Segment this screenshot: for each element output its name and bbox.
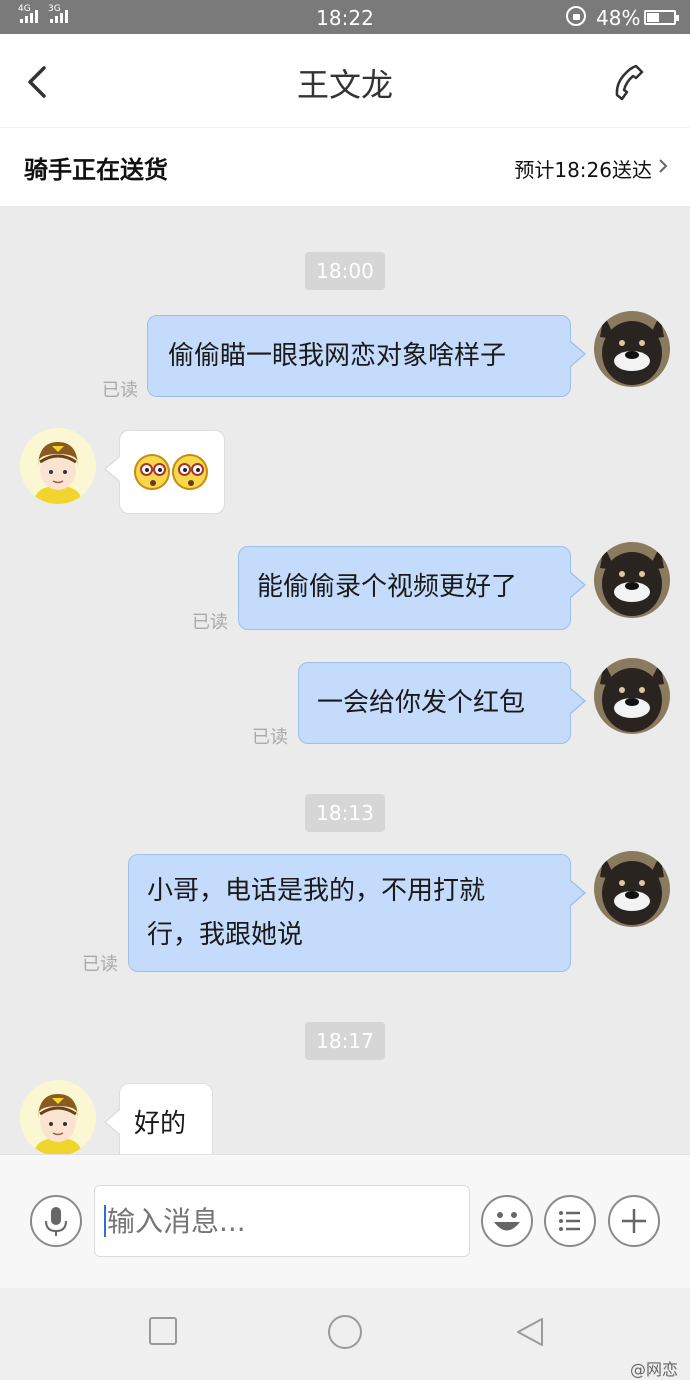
message-text-line-1: 小哥，电话是我的，不用打就 [147, 876, 486, 906]
battery-percent: 48% [596, 6, 641, 30]
message-input-bar [0, 1154, 690, 1288]
emoji-button[interactable] [481, 1195, 533, 1247]
message-text: 一会给你发个红包 [317, 688, 526, 718]
message-input[interactable] [94, 1185, 470, 1257]
list-icon [559, 1211, 580, 1231]
read-receipt: 已读 [192, 612, 228, 633]
timestamp: 18:17 [305, 1022, 385, 1060]
message-bubble-sent[interactable]: 小哥，电话是我的，不用打就 行，我跟她说 [128, 854, 586, 972]
message-bubble-sent[interactable]: 偷偷瞄一眼我网恋对象啥样子 [147, 315, 586, 397]
shocked-emoji-icon [134, 453, 170, 490]
delivery-status-bar[interactable]: 骑手正在送货 预计18:26送达 [0, 128, 690, 206]
nav-circle-icon[interactable] [327, 1314, 363, 1350]
more-button[interactable] [608, 1195, 660, 1247]
status-bar: 4G 3G 18:22 48% [0, 0, 690, 34]
phone-icon[interactable] [612, 62, 648, 102]
read-receipt: 已读 [102, 380, 138, 401]
shocked-emoji-icon [172, 453, 208, 490]
rotation-lock-icon [566, 6, 586, 26]
message-text: 好的 [134, 1109, 187, 1139]
avatar-self[interactable] [594, 658, 670, 734]
clock: 18:22 [316, 6, 374, 30]
message-bubble-received[interactable]: 好的 [104, 1083, 213, 1154]
chat-area[interactable]: 18:00 已读 偷偷瞄一眼我网恋对象啥样子 已读 能偷偷录个视频更好了 已读 … [0, 206, 690, 1154]
read-receipt: 已读 [252, 727, 288, 748]
nav-triangle-icon[interactable] [514, 1316, 546, 1348]
battery-level [647, 13, 660, 22]
text-cursor [104, 1205, 106, 1237]
avatar-self[interactable] [594, 542, 670, 618]
battery-icon [644, 10, 679, 25]
chevron-right-icon [659, 159, 668, 173]
message-bubble-sent[interactable]: 能偷偷录个视频更好了 [238, 546, 586, 630]
avatar-self[interactable] [594, 311, 670, 387]
message-bubble-received[interactable] [104, 430, 225, 514]
system-nav-bar [0, 1288, 690, 1380]
watermark: @网恋 [629, 1360, 678, 1379]
message-bubble-sent[interactable]: 一会给你发个红包 [298, 662, 586, 744]
contact-name: 王文龙 [296, 66, 393, 104]
emoji-icon [494, 1212, 520, 1231]
timestamp: 18:00 [305, 252, 385, 290]
nav-square-icon[interactable] [148, 1316, 178, 1346]
avatar-self[interactable] [594, 851, 670, 927]
timestamp: 18:13 [305, 794, 385, 832]
voice-button[interactable] [30, 1195, 82, 1247]
chat-header: 王文龙 [0, 34, 690, 128]
read-receipt: 已读 [82, 954, 118, 975]
message-text: 偷偷瞄一眼我网恋对象啥样子 [168, 341, 507, 371]
delivery-eta: 预计18:26送达 [514, 158, 652, 182]
quick-reply-button[interactable] [544, 1195, 596, 1247]
message-text-line-2: 行，我跟她说 [147, 920, 304, 950]
plus-icon [622, 1209, 646, 1233]
delivery-status: 骑手正在送货 [24, 156, 168, 184]
message-text: 能偷偷录个视频更好了 [257, 572, 518, 602]
avatar-rider[interactable] [20, 428, 96, 504]
avatar-rider[interactable] [20, 1080, 96, 1154]
microphone-icon [45, 1207, 67, 1236]
